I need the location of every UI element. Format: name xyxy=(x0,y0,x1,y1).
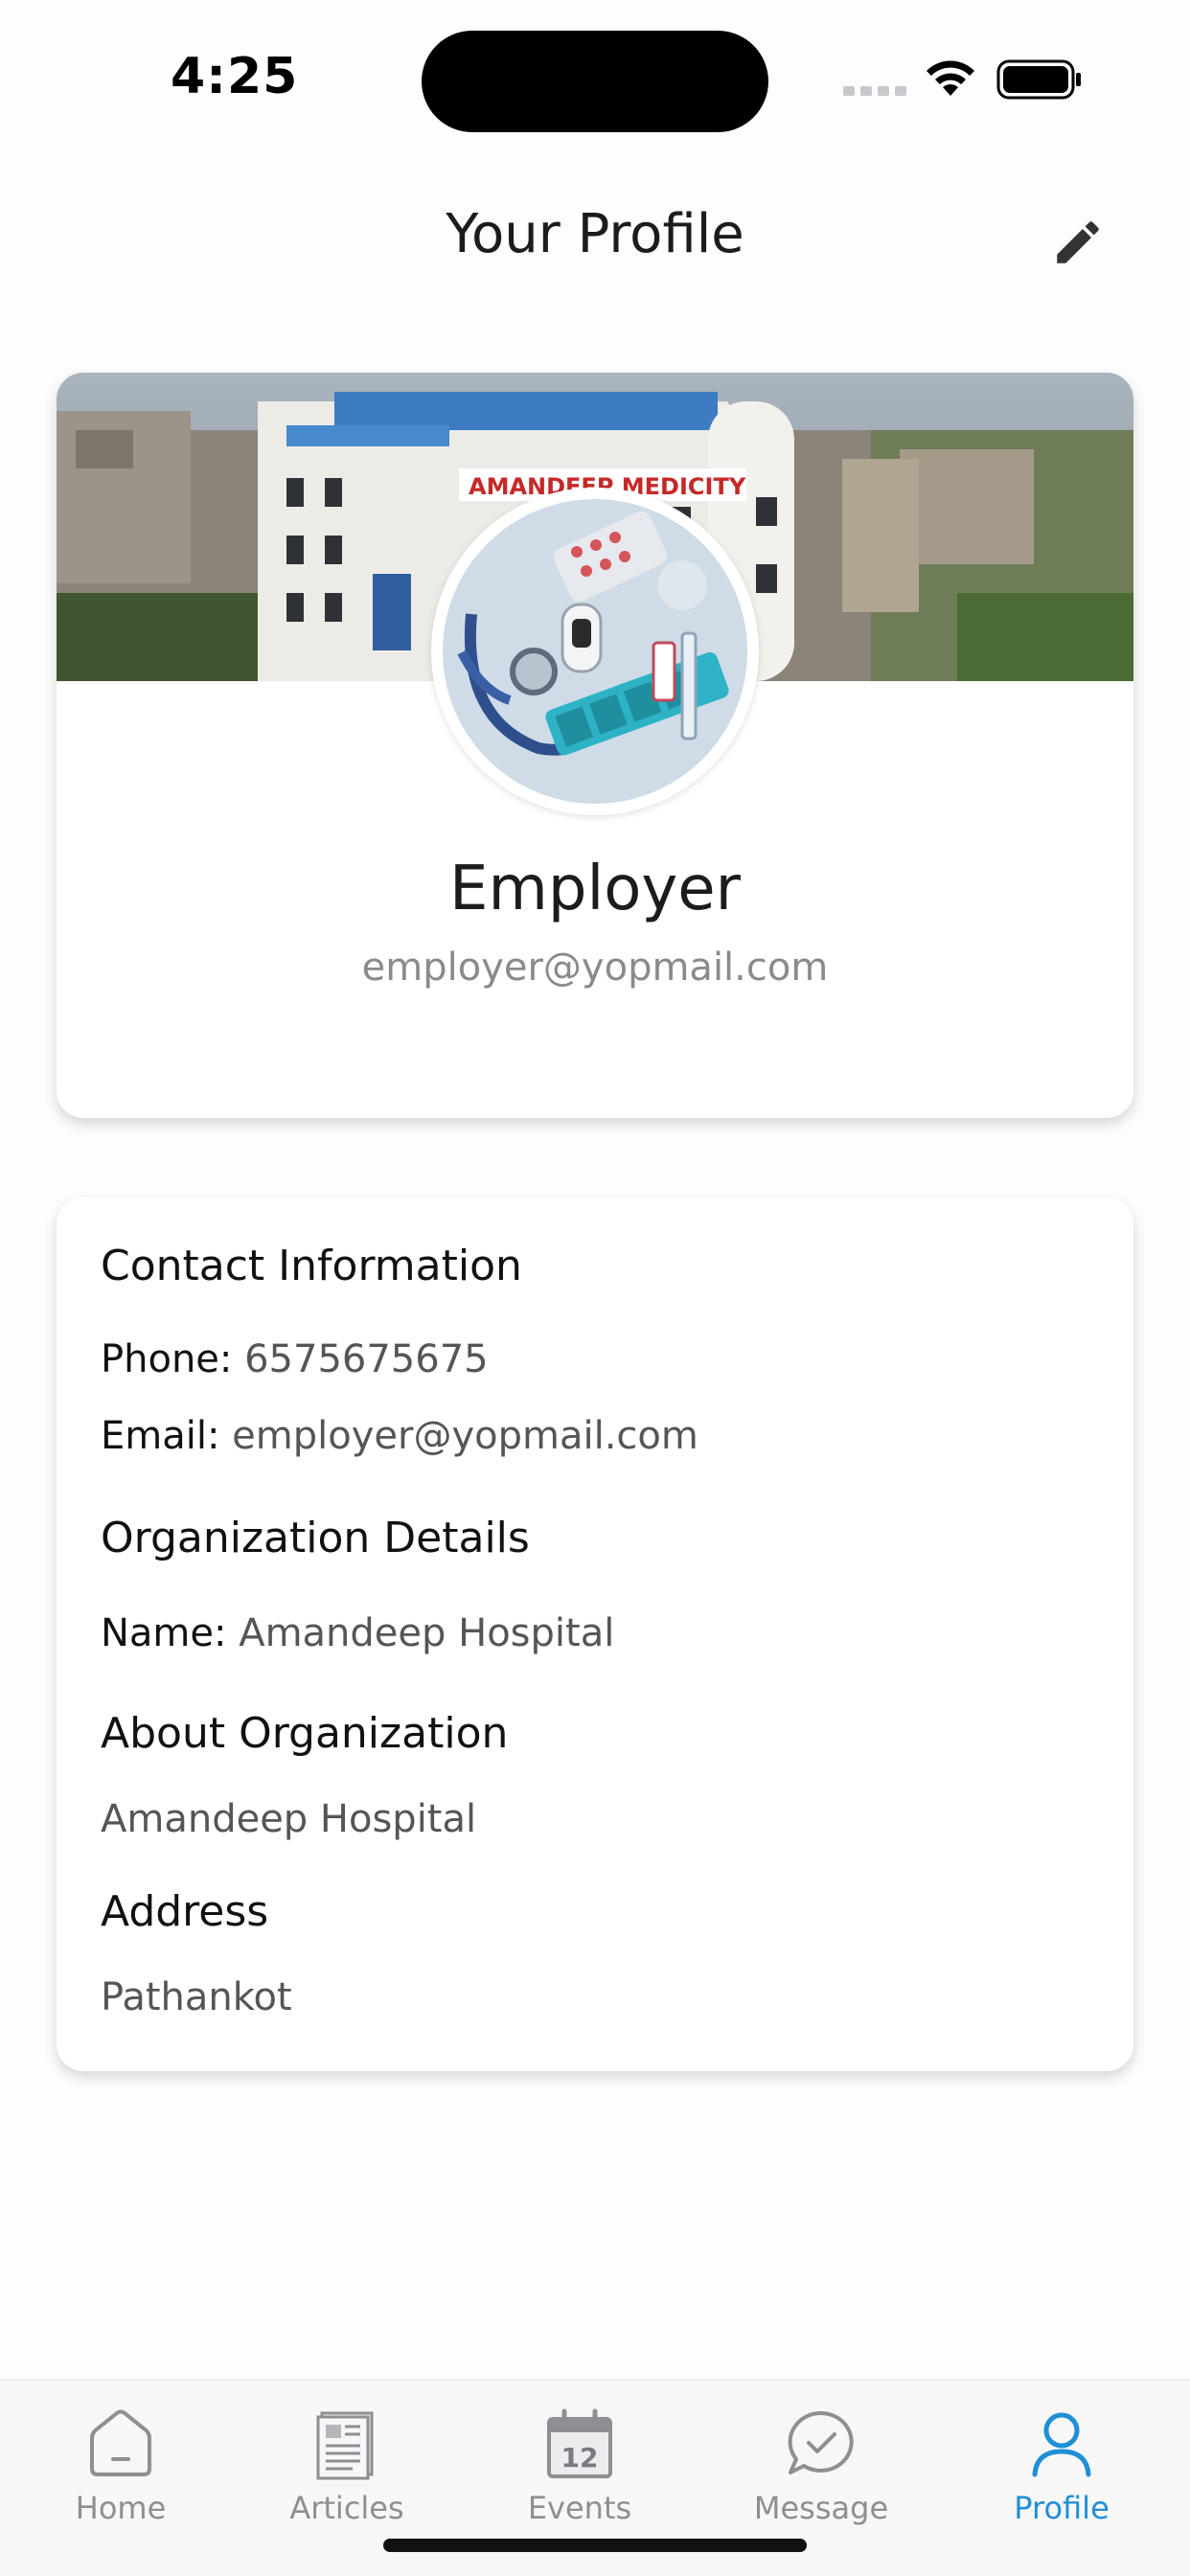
avatar-frame xyxy=(431,488,759,815)
email-label: Email: xyxy=(101,1414,220,1458)
phone-label: Phone: xyxy=(101,1337,233,1381)
pencil-icon xyxy=(1057,221,1099,263)
organization-name-field: Name: Amandeep Hospital xyxy=(101,1611,614,1655)
address-section-title: Address xyxy=(101,1887,269,1936)
email-value: employer@yopmail.com xyxy=(232,1414,698,1458)
organization-section-title: Organization Details xyxy=(101,1514,530,1562)
calendar-icon: 12 xyxy=(547,2408,612,2478)
email-field: Email: employer@yopmail.com xyxy=(101,1414,698,1458)
details-card: Contact Information Phone: 6575675675 Em… xyxy=(57,1197,1133,2071)
articles-icon xyxy=(316,2411,374,2480)
profile-card: AMANDEEP MEDICITY Employer employer@yopm… xyxy=(57,373,1133,1118)
organization-name-label: Name: xyxy=(101,1611,227,1655)
wifi-icon xyxy=(927,60,974,96)
tab-message-label: Message xyxy=(753,2490,889,2526)
organization-name-value: Amandeep Hospital xyxy=(239,1611,615,1655)
avatar[interactable] xyxy=(443,499,747,804)
status-time: 4:25 xyxy=(171,48,299,105)
tab-events[interactable]: 12 Events xyxy=(484,2405,675,2530)
about-section-title: About Organization xyxy=(101,1709,509,1758)
status-bar: 4:25 xyxy=(0,0,1190,144)
home-indicator[interactable] xyxy=(383,2539,807,2552)
tab-profile-label: Profile xyxy=(1014,2490,1110,2526)
tab-home[interactable]: Home xyxy=(25,2405,217,2530)
tab-message[interactable]: Message xyxy=(725,2405,917,2530)
battery-icon xyxy=(996,59,1081,100)
page-title: Your Profile xyxy=(446,203,744,265)
profile-name: Employer xyxy=(449,854,741,924)
about-text: Amandeep Hospital xyxy=(101,1797,477,1841)
dynamic-island xyxy=(422,31,768,132)
contact-section-title: Contact Information xyxy=(101,1242,522,1290)
phone-value: 6575675675 xyxy=(244,1337,489,1381)
tab-profile[interactable]: Profile xyxy=(966,2405,1157,2530)
home-icon xyxy=(90,2409,151,2476)
edit-profile-button[interactable] xyxy=(1044,209,1111,276)
tab-articles[interactable]: Articles xyxy=(251,2405,443,2530)
tab-articles-label: Articles xyxy=(289,2490,404,2526)
address-text: Pathankot xyxy=(101,1975,292,2019)
profile-email: employer@yopmail.com xyxy=(361,946,829,990)
profile-icon xyxy=(1032,2412,1091,2477)
cellular-signal-icon xyxy=(843,86,906,96)
phone-field: Phone: 6575675675 xyxy=(101,1337,489,1381)
tab-events-label: Events xyxy=(527,2490,632,2526)
tab-home-label: Home xyxy=(75,2490,167,2526)
calendar-day: 12 xyxy=(561,2442,599,2473)
message-icon xyxy=(788,2410,854,2474)
